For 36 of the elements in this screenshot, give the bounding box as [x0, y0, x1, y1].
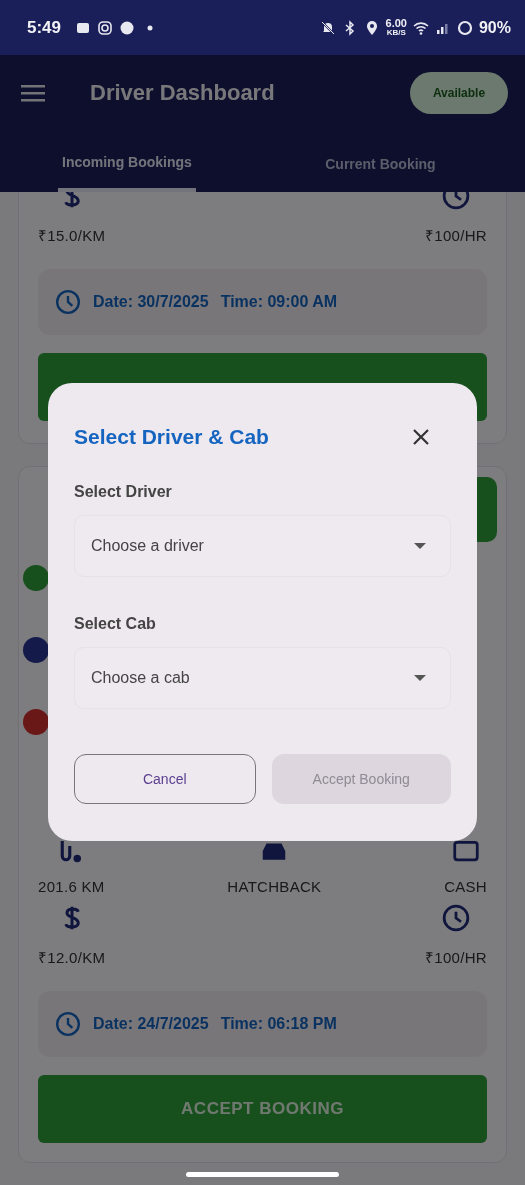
rate-per-hour: ₹100/HR [425, 948, 487, 967]
more-notifications-icon [147, 24, 154, 31]
availability-toggle[interactable]: Available [410, 71, 508, 114]
clock-icon [55, 289, 81, 315]
wifi-icon [412, 19, 429, 36]
stat-value: HATCHBACK [227, 878, 322, 895]
dropdown-field[interactable]: Choose a driver [74, 515, 451, 577]
tab[interactable]: Current Booking [235, 130, 525, 192]
stat-value: CASH [444, 878, 487, 895]
booking-date: Date: 24/7/2025 [93, 1015, 209, 1033]
cancel-button[interactable]: Cancel [74, 754, 256, 804]
battery-icon [456, 19, 473, 36]
rate-per-km: ₹15.0/KM [38, 226, 106, 245]
network-speed: 6.00 KB/S [385, 18, 407, 37]
close-icon[interactable] [411, 427, 431, 447]
page-title: Driver Dashboard [90, 79, 276, 106]
clock-icon [55, 1011, 81, 1037]
stat-value: 201.6 KM [38, 878, 105, 895]
camera-icon [97, 19, 114, 36]
accept-booking-button[interactable]: ACCEPT BOOKING [38, 1075, 487, 1143]
dialog-title: Select Driver & Cab [74, 425, 269, 449]
rate-per-hour: ₹100/HR [425, 226, 487, 245]
bell-off-icon [319, 19, 336, 36]
booking-date: Date: 30/7/2025 [93, 293, 209, 311]
booking-time: Time: 06:18 PM [220, 1015, 337, 1033]
menu-icon[interactable] [21, 82, 45, 103]
clock-time: 5:49 [27, 17, 62, 38]
booking-time: Time: 09:00 AM [220, 293, 338, 311]
field-label: Select Driver [74, 483, 173, 501]
dropdown-field[interactable]: Choose a cab [74, 647, 451, 709]
caret-icon [414, 675, 426, 681]
field-label: Select Cab [74, 615, 157, 633]
clock-icon [441, 903, 471, 933]
battery-level: 90% [478, 18, 511, 37]
notification-icon [119, 19, 136, 36]
rate-per-km: ₹12.0/KM [38, 948, 106, 967]
